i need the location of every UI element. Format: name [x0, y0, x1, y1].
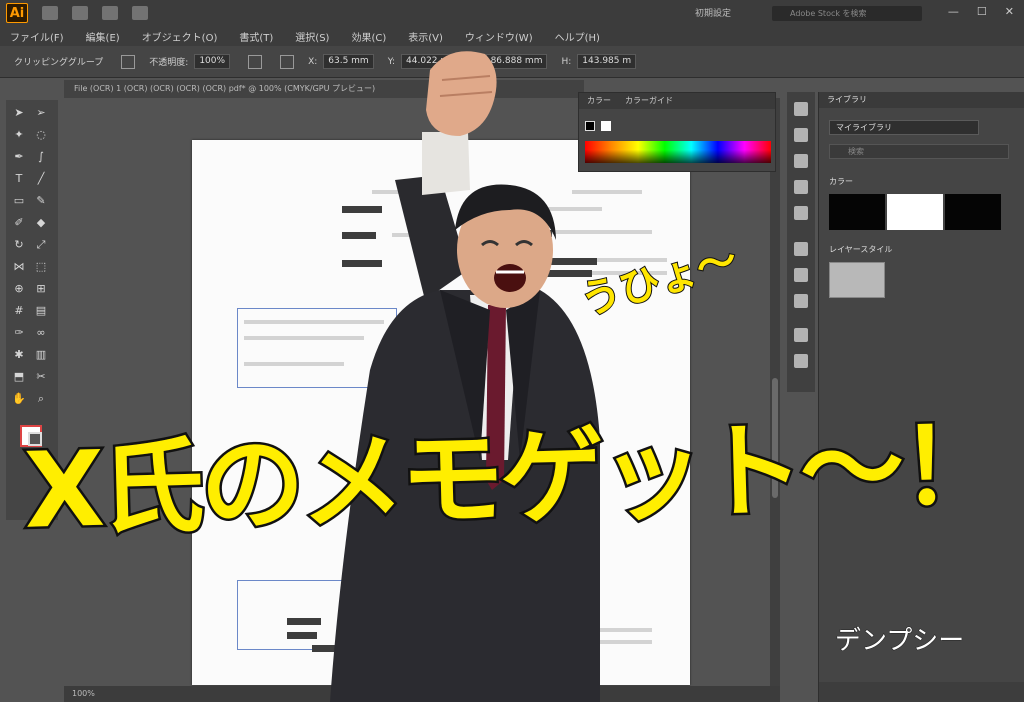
magic-wand-tool-icon[interactable]: ✦ [12, 128, 26, 142]
color-panel: カラー カラーガイド [578, 92, 776, 172]
signature-text: デンプシー [834, 626, 965, 657]
appearance-icon[interactable] [794, 328, 808, 342]
panel-footer [819, 682, 1024, 702]
library-color-swatch[interactable] [887, 194, 943, 230]
direct-selection-tool-icon[interactable]: ➢ [34, 106, 48, 120]
slice-tool-icon[interactable]: ✂ [34, 370, 48, 384]
selection-tool-icon[interactable]: ➤ [12, 106, 26, 120]
library-color-swatch[interactable] [829, 194, 885, 230]
color-panel-icon[interactable] [794, 102, 808, 116]
recolor-icon[interactable] [121, 54, 136, 69]
align-icon[interactable] [248, 54, 263, 69]
panel-icon-strip [787, 92, 815, 392]
meme-caption: X氏のメモゲット〜！ [20, 402, 1004, 555]
opacity-field[interactable]: 100% [194, 54, 231, 69]
minimize-icon[interactable]: — [948, 5, 959, 18]
arrange-documents-icon[interactable] [102, 6, 118, 20]
pen-tool-icon[interactable]: ✒ [12, 150, 26, 164]
free-transform-tool-icon[interactable]: ⬚ [34, 260, 48, 274]
library-select[interactable]: マイライブラリ [829, 120, 979, 135]
stroke-color-swatch[interactable] [601, 121, 611, 131]
zoom-level[interactable]: 100% [72, 689, 95, 698]
zoom-tool-icon[interactable]: ⌕ [34, 392, 48, 406]
x-label: X: [308, 56, 318, 67]
menu-file[interactable]: ファイル(F) [10, 29, 64, 44]
transparency-icon[interactable] [794, 294, 808, 308]
tab-libraries[interactable]: ライブラリ [819, 92, 1024, 108]
swatches-icon[interactable] [794, 154, 808, 168]
mesh-tool-icon[interactable]: # [12, 304, 26, 318]
doc-text-line [244, 362, 344, 366]
title-bar: Ai 初期設定 Adobe Stock を検索 — ☐ ✕ [0, 0, 1024, 26]
type-tool-icon[interactable]: T [12, 172, 26, 186]
shaper-tool-icon[interactable]: ✐ [12, 216, 26, 230]
shape-builder-tool-icon[interactable]: ⊕ [12, 282, 26, 296]
close-icon[interactable]: ✕ [1005, 5, 1014, 18]
redaction-bar [287, 618, 321, 625]
redaction-bar [287, 632, 317, 639]
layer-styles-heading[interactable]: レイヤースタイル [829, 244, 892, 255]
eyedropper-tool-icon[interactable]: ✑ [12, 326, 26, 340]
curvature-tool-icon[interactable]: ∫ [34, 150, 48, 164]
folder-icon[interactable] [42, 6, 58, 20]
layer-style-thumbnail[interactable] [829, 262, 885, 298]
gradient-icon[interactable] [794, 268, 808, 282]
layers-icon[interactable] [794, 354, 808, 368]
colors-heading[interactable]: カラー [829, 176, 853, 187]
workspace-switcher[interactable]: 初期設定 [695, 6, 731, 19]
bridge-icon[interactable] [72, 6, 88, 20]
line-tool-icon[interactable]: ╱ [34, 172, 48, 186]
rectangle-tool-icon[interactable]: ▭ [12, 194, 26, 208]
maximize-icon[interactable]: ☐ [977, 5, 987, 18]
column-graph-tool-icon[interactable]: ▥ [34, 348, 48, 362]
paintbrush-tool-icon[interactable]: ✎ [34, 194, 48, 208]
eraser-tool-icon[interactable]: ◆ [34, 216, 48, 230]
blend-tool-icon[interactable]: ∞ [34, 326, 48, 340]
reference-point-icon[interactable] [280, 54, 295, 69]
send-icon[interactable] [132, 6, 148, 20]
stroke-icon[interactable] [794, 242, 808, 256]
brushes-icon[interactable] [794, 180, 808, 194]
perspective-grid-tool-icon[interactable]: ⊞ [34, 282, 48, 296]
doc-text-line [592, 640, 652, 644]
tab-color-guide[interactable]: カラーガイド [625, 93, 673, 109]
menu-select[interactable]: 選択(S) [295, 29, 329, 44]
selection-type-label: クリッピンググループ [14, 58, 104, 68]
rotate-tool-icon[interactable]: ↻ [12, 238, 26, 252]
color-spectrum[interactable] [585, 141, 771, 163]
illustrator-logo: Ai [6, 3, 28, 23]
symbol-sprayer-tool-icon[interactable]: ✱ [12, 348, 26, 362]
gradient-tool-icon[interactable]: ▤ [34, 304, 48, 318]
color-guide-icon[interactable] [794, 128, 808, 142]
artboard-tool-icon[interactable]: ⬒ [12, 370, 26, 384]
library-search-input[interactable]: 検索 [829, 144, 1009, 159]
lasso-tool-icon[interactable]: ◌ [34, 128, 48, 142]
hand-tool-icon[interactable]: ✋ [12, 392, 26, 406]
scale-tool-icon[interactable]: ⤢ [34, 238, 48, 252]
cheering-man-photo [330, 51, 600, 702]
width-tool-icon[interactable]: ⋈ [12, 260, 26, 274]
library-color-swatch[interactable] [945, 194, 1001, 230]
symbols-icon[interactable] [794, 206, 808, 220]
menu-object[interactable]: オブジェクト(O) [142, 29, 218, 44]
opacity-label: 不透明度: [149, 58, 189, 68]
doc-text-line [592, 628, 652, 632]
menu-edit[interactable]: 編集(E) [86, 29, 120, 44]
window-controls: — ☐ ✕ [948, 5, 1014, 18]
stock-search-input[interactable]: Adobe Stock を検索 [772, 6, 922, 21]
menu-type[interactable]: 書式(T) [239, 29, 273, 44]
